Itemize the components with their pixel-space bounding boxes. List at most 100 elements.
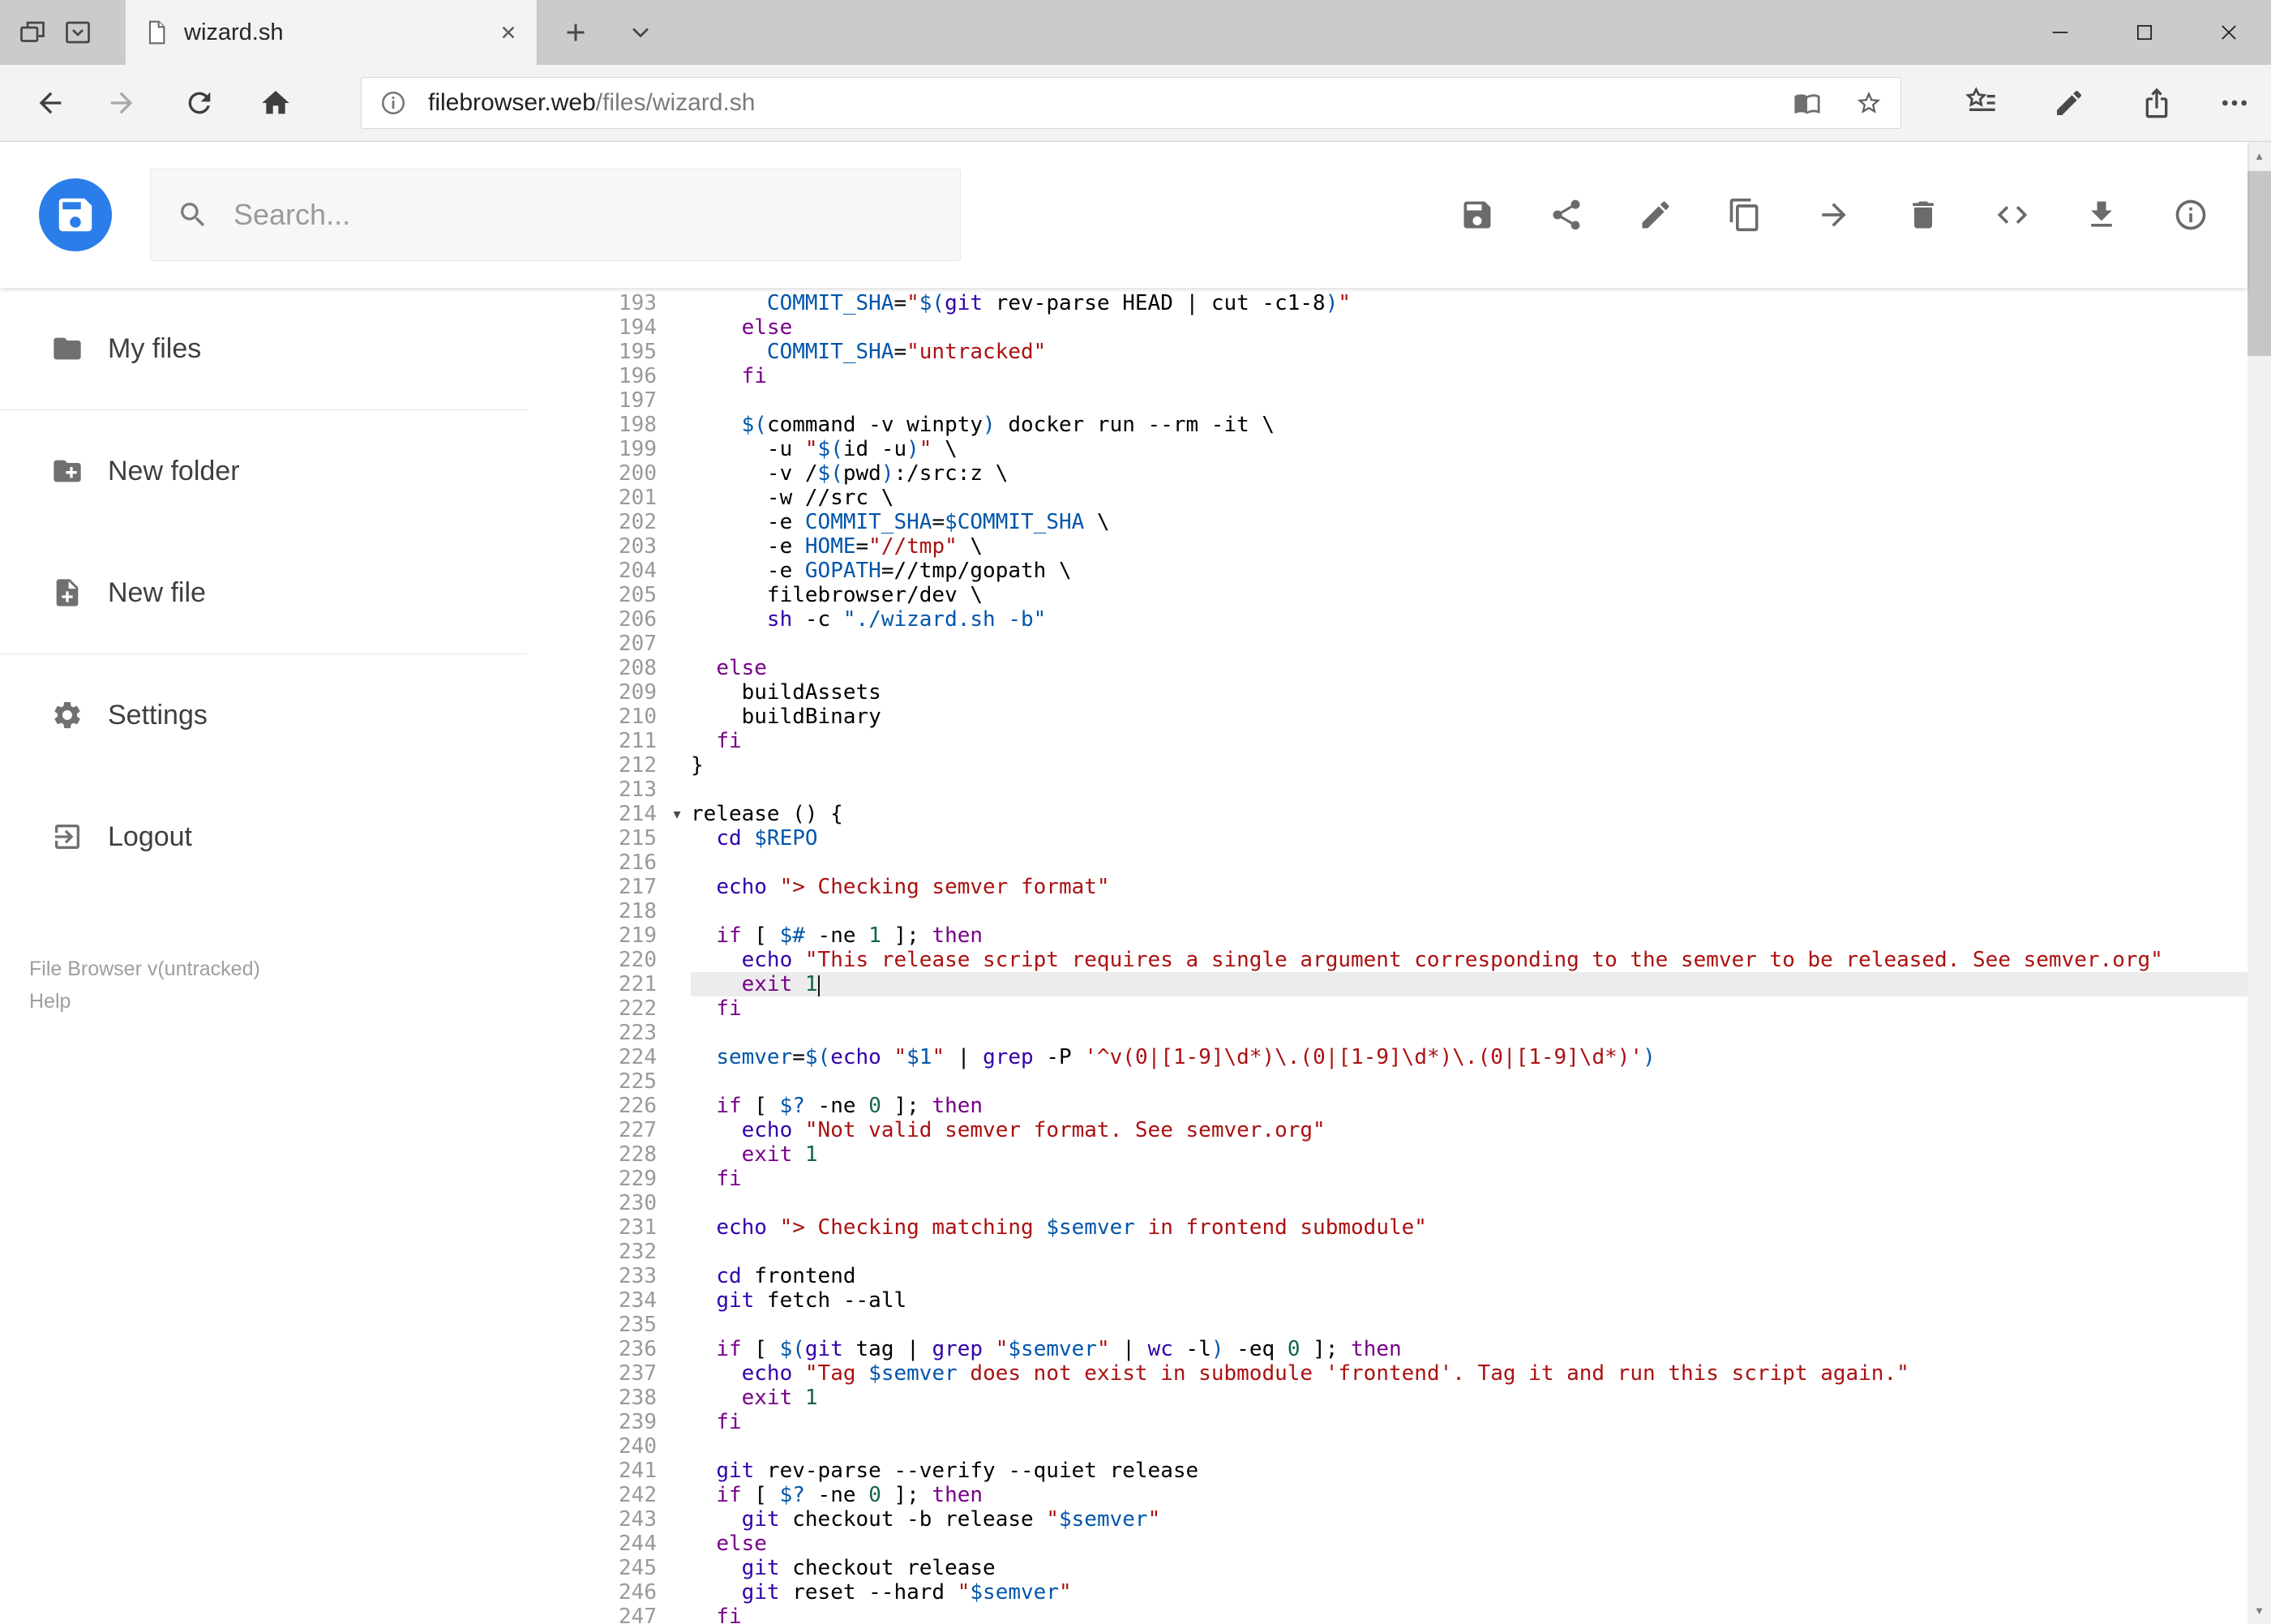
code-line[interactable]: 223 (527, 1021, 2247, 1045)
share-page-icon[interactable] (2140, 87, 2173, 119)
sidebar-item-settings[interactable]: Settings (0, 654, 527, 776)
code-line[interactable]: 243 git checkout -b release "$semver" (527, 1507, 2247, 1532)
code-line[interactable]: 247 fi (527, 1605, 2247, 1624)
scrollbar-thumb[interactable] (2247, 171, 2271, 356)
code-line[interactable]: 197 (527, 388, 2247, 413)
scroll-down-button[interactable]: ▼ (2247, 1596, 2271, 1624)
code-line[interactable]: 239 fi (527, 1410, 2247, 1434)
code-line[interactable]: 242 if [ $? -ne 0 ]; then (527, 1483, 2247, 1507)
sidebar-item-new-file[interactable]: New file (0, 532, 527, 653)
code-line[interactable]: 210 buildBinary (527, 705, 2247, 729)
filebrowser-logo[interactable] (36, 176, 114, 254)
code-line[interactable]: 206 sh -c "./wizard.sh -b" (527, 607, 2247, 632)
code-line[interactable]: 209 buildAssets (527, 680, 2247, 705)
sidebar-item-logout[interactable]: Logout (0, 776, 527, 898)
code-line[interactable]: 213 (527, 778, 2247, 802)
close-window-button[interactable] (2187, 0, 2271, 65)
search-box[interactable] (150, 169, 961, 261)
code-line[interactable]: 238 exit 1 (527, 1386, 2247, 1410)
code-line[interactable]: 199 -u "$(id -u)" \ (527, 437, 2247, 461)
tab-list-chevron-icon[interactable] (626, 18, 655, 47)
code-line[interactable]: 205 filebrowser/dev \ (527, 583, 2247, 607)
code-line[interactable]: 212} (527, 753, 2247, 778)
tab-preview-icon[interactable] (63, 18, 92, 47)
code-line[interactable]: 226 if [ $? -ne 0 ]; then (527, 1094, 2247, 1118)
code-line[interactable]: 245 git checkout release (527, 1556, 2247, 1580)
code-line[interactable]: 194 else (527, 315, 2247, 340)
code-line[interactable]: 224 semver=$(echo "$1" | grep -P '^v(0|[… (527, 1045, 2247, 1069)
code-line[interactable]: 193 COMMIT_SHA="$(git rev-parse HEAD | c… (527, 291, 2247, 315)
search-input[interactable] (234, 198, 934, 232)
code-line[interactable]: 246 git reset --hard "$semver" (527, 1580, 2247, 1605)
code-line[interactable]: 217 echo "> Checking semver format" (527, 875, 2247, 899)
code-line[interactable]: 203 -e HOME="//tmp" \ (527, 534, 2247, 559)
code-line[interactable]: 228 exit 1 (527, 1142, 2247, 1167)
url-field[interactable]: filebrowser.web/files/wizard.sh (361, 77, 1901, 129)
sidebar-item-my-files[interactable]: My files (0, 288, 527, 409)
tab-wizard-sh[interactable]: wizard.sh (126, 0, 538, 65)
tab-close-icon[interactable] (498, 22, 519, 43)
code-line[interactable]: 221 exit 1 (527, 972, 2247, 996)
code-line[interactable]: 211 fi (527, 729, 2247, 753)
copy-icon[interactable] (1727, 197, 1763, 233)
code-line[interactable]: 241 git rev-parse --verify --quiet relea… (527, 1459, 2247, 1483)
code-line[interactable]: 214 ▾ release () { (527, 802, 2247, 826)
code-line[interactable]: 229 fi (527, 1167, 2247, 1191)
code-line[interactable]: 218 (527, 899, 2247, 923)
raw-code-icon[interactable] (1995, 197, 2030, 233)
code-line[interactable]: 220 echo "This release script requires a… (527, 948, 2247, 972)
code-line[interactable]: 233 cd frontend (527, 1264, 2247, 1288)
home-icon[interactable] (259, 87, 292, 119)
code-line[interactable]: 235 (527, 1313, 2247, 1337)
code-line[interactable]: 215 cd $REPO (527, 826, 2247, 851)
code-line[interactable]: 225 (527, 1069, 2247, 1094)
tabs-aside-icon[interactable] (18, 18, 47, 47)
code-line[interactable]: 200 -v /$(pwd):/src:z \ (527, 461, 2247, 486)
maximize-button[interactable] (2102, 0, 2187, 65)
fold-arrow-icon[interactable]: ▾ (663, 802, 691, 826)
scroll-up-button[interactable]: ▲ (2247, 142, 2271, 169)
favorite-star-icon[interactable] (1855, 89, 1883, 117)
annotate-icon[interactable] (2053, 87, 2085, 119)
delete-icon[interactable] (1905, 197, 1941, 233)
code-line[interactable]: 201 -w //src \ (527, 486, 2247, 510)
code-line[interactable]: 222 fi (527, 996, 2247, 1021)
share-icon[interactable] (1549, 197, 1584, 233)
code-line[interactable]: 216 (527, 851, 2247, 875)
code-line[interactable]: 195 COMMIT_SHA="untracked" (527, 340, 2247, 364)
code-line[interactable]: 196 fi (527, 364, 2247, 388)
fold-gutter (663, 875, 691, 899)
save-icon[interactable] (1459, 197, 1495, 233)
new-tab-icon[interactable] (561, 18, 590, 47)
minimize-button[interactable] (2018, 0, 2102, 65)
code-line[interactable]: 207 (527, 632, 2247, 656)
help-link[interactable]: Help (29, 985, 260, 1018)
code-line[interactable]: 202 -e COMMIT_SHA=$COMMIT_SHA \ (527, 510, 2247, 534)
code-editor[interactable]: 193 COMMIT_SHA="$(git rev-parse HEAD | c… (527, 288, 2247, 1624)
info-icon[interactable] (2173, 197, 2209, 233)
move-icon[interactable] (1816, 197, 1852, 233)
forward-icon[interactable] (105, 87, 138, 119)
code-line[interactable]: 208 else (527, 656, 2247, 680)
code-line[interactable]: 230 (527, 1191, 2247, 1215)
code-line[interactable]: 236 if [ $(git tag | grep "$semver" | wc… (527, 1337, 2247, 1361)
rename-icon[interactable] (1638, 197, 1673, 233)
site-info-icon[interactable] (379, 89, 407, 117)
code-line[interactable]: 198 $(command -v winpty) docker run --rm… (527, 413, 2247, 437)
reading-view-icon[interactable] (1793, 89, 1821, 117)
sidebar-item-new-folder[interactable]: New folder (0, 410, 527, 532)
code-line[interactable]: 232 (527, 1240, 2247, 1264)
back-icon[interactable] (34, 87, 66, 119)
refresh-icon[interactable] (183, 87, 216, 119)
code-line[interactable]: 237 echo "Tag $semver does not exist in … (527, 1361, 2247, 1386)
favorites-hub-icon[interactable] (1965, 87, 1998, 119)
code-line[interactable]: 231 echo "> Checking matching $semver in… (527, 1215, 2247, 1240)
code-line[interactable]: 240 (527, 1434, 2247, 1459)
download-icon[interactable] (2084, 197, 2119, 233)
more-icon[interactable] (2218, 87, 2251, 119)
code-line[interactable]: 244 else (527, 1532, 2247, 1556)
code-line[interactable]: 204 -e GOPATH=//tmp/gopath \ (527, 559, 2247, 583)
code-line[interactable]: 234 git fetch --all (527, 1288, 2247, 1313)
code-line[interactable]: 227 echo "Not valid semver format. See s… (527, 1118, 2247, 1142)
code-line[interactable]: 219 if [ $# -ne 1 ]; then (527, 923, 2247, 948)
